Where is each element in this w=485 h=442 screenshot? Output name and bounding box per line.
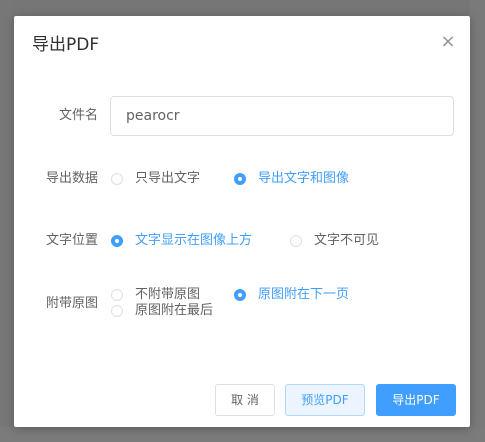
radio-label: 原图附在最后 <box>135 303 214 318</box>
background-page-right <box>470 0 485 442</box>
background-page-top <box>0 0 485 16</box>
preview-pdf-button[interactable]: 预览PDF <box>285 384 365 416</box>
radio-circle-icon <box>290 235 302 247</box>
radio-circle-icon <box>111 173 123 185</box>
radio-text-invisible[interactable]: 文字不可见 <box>290 233 379 249</box>
filename-input[interactable] <box>110 96 454 136</box>
radio-circle-icon <box>111 235 123 247</box>
radio-original-at-end[interactable]: 原图附在最后 <box>111 303 213 319</box>
radio-circle-icon <box>111 289 123 301</box>
close-icon[interactable]: × <box>440 33 456 51</box>
radio-label: 不附带原图 <box>135 287 201 302</box>
radio-label: 导出文字和图像 <box>258 171 350 186</box>
radio-original-next-page[interactable]: 原图附在下一页 <box>234 287 349 303</box>
export-pdf-dialog: 导出PDF × 文件名 导出数据 只导出文字 导出文字和图像 文字位置 文字显示… <box>14 16 470 427</box>
radio-text-and-images[interactable]: 导出文字和图像 <box>234 171 349 187</box>
export-pdf-button[interactable]: 导出PDF <box>376 384 456 416</box>
background-page-bottom <box>0 427 485 442</box>
attach-original-label: 附带原图 <box>45 296 98 311</box>
radio-circle-icon <box>234 289 246 301</box>
text-position-label: 文字位置 <box>45 233 98 248</box>
radio-label: 文字显示在图像上方 <box>135 233 253 248</box>
radio-label: 文字不可见 <box>314 233 380 248</box>
cancel-button[interactable]: 取 消 <box>215 384 275 416</box>
radio-label: 原图附在下一页 <box>258 287 350 302</box>
radio-text-only[interactable]: 只导出文字 <box>111 171 200 187</box>
export-data-label: 导出数据 <box>45 171 98 186</box>
radio-circle-icon <box>111 305 123 317</box>
radio-no-original[interactable]: 不附带原图 <box>111 287 200 303</box>
radio-text-above-image[interactable]: 文字显示在图像上方 <box>111 233 252 249</box>
radio-circle-icon <box>234 173 246 185</box>
filename-label: 文件名 <box>58 108 98 123</box>
dialog-title: 导出PDF <box>32 35 100 55</box>
background-page-left <box>0 0 14 442</box>
radio-label: 只导出文字 <box>135 171 201 186</box>
